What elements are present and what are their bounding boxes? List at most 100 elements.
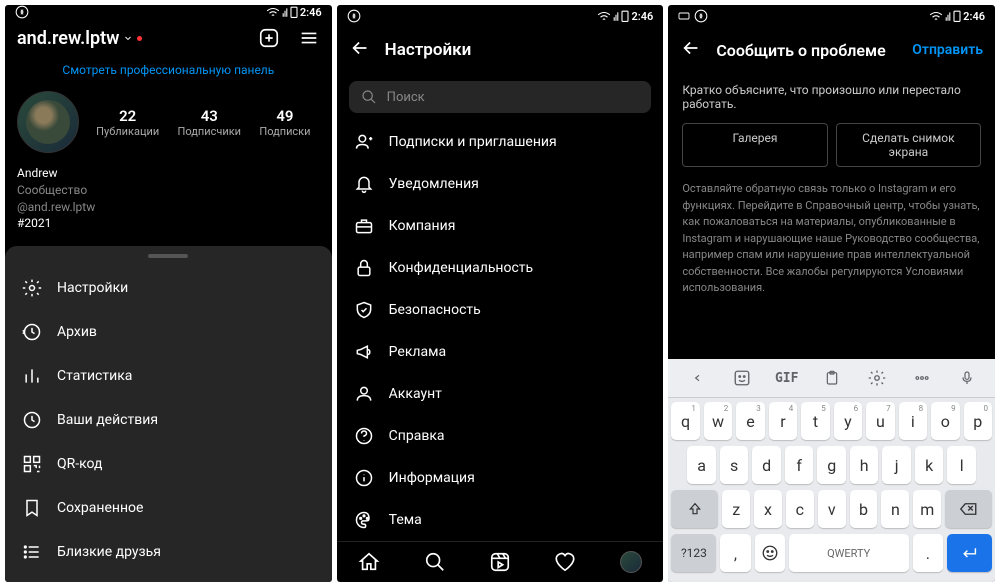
key-space[interactable]: QWERTY [789,534,909,572]
chevron-down-icon [123,33,133,43]
key-n[interactable]: n [881,490,909,528]
key-l[interactable]: l [947,446,976,484]
create-button[interactable] [258,27,280,49]
nav-home[interactable] [357,550,381,574]
kb-mic-icon[interactable] [956,367,978,389]
kb-expand-icon[interactable] [686,367,708,389]
kb-settings-icon[interactable] [866,367,888,389]
key-x[interactable]: x [754,490,782,528]
key-u[interactable]: u7 [866,402,894,440]
battery-icon [290,6,298,18]
key-c[interactable]: c [786,490,814,528]
pro-panel-link[interactable]: Смотреть профессиональную панель [5,57,332,83]
back-button[interactable] [680,37,702,63]
settings-item-notifications[interactable]: Уведомления [337,163,664,205]
menu-item-qr[interactable]: QR-код [5,442,332,486]
key-period[interactable]: . [913,534,943,572]
key-q[interactable]: q1 [671,402,699,440]
gallery-button[interactable]: Галерея [682,123,827,167]
kb-gif-button[interactable]: GIF [776,367,798,389]
settings-item-account[interactable]: Аккаунт [337,373,664,415]
keyboard-toolbar: GIF [668,359,995,398]
screenshot-button[interactable]: Сделать снимок экрана [836,123,981,167]
menu-item-discover[interactable]: Интересные люди [5,574,332,582]
stat-followers[interactable]: 43Подписчики [178,107,241,138]
stat-following[interactable]: 49Подписки [259,107,310,138]
key-y[interactable]: y6 [834,402,862,440]
menu-item-close-friends[interactable]: Близкие друзья [5,530,332,574]
key-enter[interactable] [947,534,992,572]
menu-item-archive[interactable]: Архив [5,310,332,354]
key-a[interactable]: a [687,446,716,484]
settings-item-privacy[interactable]: Конфиденциальность [337,247,664,289]
kb-sticker-icon[interactable] [731,367,753,389]
bio: Andrew Сообщество @and.rew.lptw #2021 [5,161,332,236]
avatar[interactable] [17,91,79,153]
shazam-icon [694,9,708,23]
key-g[interactable]: g [817,446,846,484]
key-j[interactable]: j [882,446,911,484]
key-m[interactable]: m [913,490,941,528]
report-prompt[interactable]: Кратко объясните, что произошло или пере… [682,83,981,111]
key-backspace[interactable] [945,490,992,528]
signal-icon [282,6,288,18]
settings-item-ads[interactable]: Реклама [337,331,664,373]
sheet-handle[interactable] [148,254,188,258]
kb-clipboard-icon[interactable] [821,367,843,389]
settings-item-security[interactable]: Безопасность [337,289,664,331]
menu-item-saved[interactable]: Сохраненное [5,486,332,530]
settings-item-about[interactable]: Информация [337,457,664,499]
key-i[interactable]: i8 [899,402,927,440]
settings-item-theme[interactable]: Тема [337,499,664,541]
menu-button[interactable] [298,27,320,49]
kb-more-icon[interactable] [911,367,933,389]
settings-list: Подписки и приглашения Уведомления Компа… [337,121,664,541]
key-o[interactable]: o9 [931,402,959,440]
key-f[interactable]: f [785,446,814,484]
key-symbols[interactable]: ?123 [671,534,716,572]
username-dropdown[interactable]: and.rew.lptw [17,28,142,49]
back-button[interactable] [349,37,371,63]
menu-item-stats[interactable]: Статистика [5,354,332,398]
keyboard-indicator-icon [678,10,690,22]
menu-item-settings[interactable]: Настройки [5,266,332,310]
info-icon [353,467,375,489]
shazam-icon [347,9,361,23]
phone-report: 2:46 Сообщить о проблеме Отправить Кратк… [668,5,995,582]
key-comma[interactable]: , [720,534,750,572]
key-w[interactable]: w2 [704,402,732,440]
profile-stats-row: 22Публикации 43Подписчики 49Подписки [5,83,332,161]
settings-item-help[interactable]: Справка [337,415,664,457]
settings-item-follow[interactable]: Подписки и приглашения [337,121,664,163]
key-emoji[interactable] [755,534,785,572]
nav-profile[interactable] [619,550,643,574]
key-b[interactable]: b [850,490,878,528]
key-z[interactable]: z [722,490,750,528]
nav-reels[interactable] [488,550,512,574]
nav-search[interactable] [423,550,447,574]
key-d[interactable]: d [752,446,781,484]
key-e[interactable]: e3 [736,402,764,440]
key-shift[interactable] [671,490,718,528]
key-r[interactable]: r4 [769,402,797,440]
status-time: 2:46 [300,6,322,19]
key-v[interactable]: v [818,490,846,528]
key-h[interactable]: h [850,446,879,484]
key-s[interactable]: s [720,446,749,484]
send-button[interactable]: Отправить [912,42,983,58]
megaphone-icon [353,341,375,363]
status-bar: 2:46 [337,5,664,27]
menu-item-activity[interactable]: Ваши действия [5,398,332,442]
wifi-icon [929,10,943,22]
list-icon [21,541,43,563]
key-p[interactable]: p0 [964,402,992,440]
key-k[interactable]: k [915,446,944,484]
settings-item-business[interactable]: Компания [337,205,664,247]
key-t[interactable]: t5 [801,402,829,440]
search-input[interactable]: Поиск [349,81,652,113]
stat-posts[interactable]: 22Публикации [96,107,159,138]
lock-icon [353,257,375,279]
search-icon [361,89,377,105]
nav-activity[interactable] [553,550,577,574]
shield-icon [353,299,375,321]
